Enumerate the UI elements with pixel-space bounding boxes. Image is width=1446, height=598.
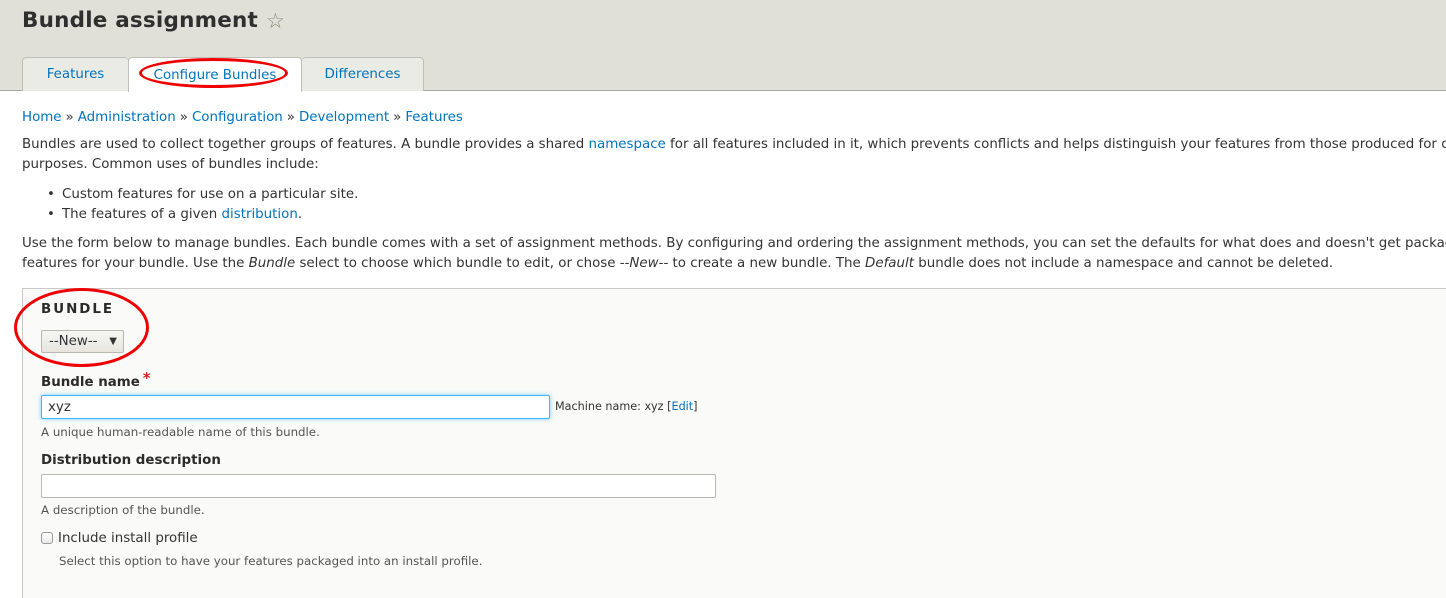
intro-text-part: for all features included in it, which p… (665, 137, 1446, 152)
breadcrumb-separator: » (286, 110, 295, 125)
breadcrumb-features[interactable]: Features (405, 110, 463, 125)
breadcrumb-separator: » (65, 110, 74, 125)
intro-text-part: Bundles are used to collect together gro… (22, 137, 589, 152)
usage-text: Use the form below to manage bundles. Ea… (22, 234, 1446, 274)
page-title-text: Bundle assignment (22, 8, 258, 33)
tab-configure-bundles[interactable]: Configure Bundles (128, 57, 302, 92)
star-shortcut-icon[interactable]: ☆ (266, 9, 285, 33)
bundle-name-description: A unique human-readable name of this bun… (41, 425, 320, 439)
distribution-link[interactable]: distribution (222, 207, 298, 222)
list-item-text: . (297, 207, 303, 222)
required-marker: * (142, 369, 151, 387)
breadcrumb-home[interactable]: Home (22, 110, 62, 125)
namespace-link[interactable]: namespace (589, 137, 666, 152)
dropdown-arrow-icon: ▼ (109, 336, 117, 347)
list-item: Custom features for use on a particular … (47, 185, 359, 205)
intro-text: Bundles are used to collect together gro… (22, 135, 1446, 175)
list-item-text: The features of a given (62, 207, 222, 222)
list-item-text: Custom features for use on a particular … (62, 187, 359, 202)
distribution-description-label: Distribution description (41, 453, 221, 468)
usage-text-part: Use the form below to manage bundles. Ea… (22, 236, 1446, 251)
breadcrumb-administration[interactable]: Administration (78, 110, 176, 125)
usage-emphasis: Default (865, 256, 914, 271)
install-profile-description: Select this option to have your features… (59, 554, 483, 568)
usage-emphasis: Bundle (248, 256, 296, 271)
bundle-fieldset: BUNDLE --New-- ▼ Bundle name* Machine na… (22, 288, 1446, 598)
page-title: Bundle assignment ☆ (22, 8, 285, 33)
usage-emphasis: New (629, 256, 659, 271)
uses-list: Custom features for use on a particular … (47, 185, 359, 225)
machine-name-bracket: ] (693, 400, 698, 413)
bundle-name-label-text: Bundle name (41, 375, 140, 390)
machine-name-edit-link[interactable]: Edit (672, 400, 694, 413)
usage-text-part: -- to create a new bundle. The (658, 256, 866, 271)
include-install-profile-label[interactable]: Include install profile (58, 531, 198, 546)
bundle-select-value: --New-- (49, 334, 98, 349)
primary-tabs: Features Configure Bundles Differences (22, 57, 424, 92)
include-install-profile-checkbox[interactable] (41, 532, 53, 544)
bundle-name-label: Bundle name * (41, 369, 151, 390)
tab-differences[interactable]: Differences (302, 57, 424, 91)
breadcrumb-development[interactable]: Development (299, 110, 389, 125)
breadcrumb-configuration[interactable]: Configuration (192, 110, 283, 125)
distribution-description-help: A description of the bundle. (41, 503, 205, 517)
breadcrumb-separator: » (179, 110, 188, 125)
machine-name-text: Machine name: xyz (555, 400, 668, 413)
distribution-description-input[interactable] (41, 474, 716, 498)
breadcrumb-separator: » (393, 110, 402, 125)
tab-features[interactable]: Features (22, 57, 128, 91)
usage-text-part: features for your bundle. Use the (22, 256, 249, 271)
bundle-legend: BUNDLE (41, 302, 115, 317)
machine-name: Machine name: xyz [Edit] (555, 400, 698, 413)
usage-text-part: bundle does not include a namespace and … (913, 256, 1334, 271)
bundle-name-input[interactable] (41, 395, 550, 419)
bundle-select[interactable]: --New-- ▼ (41, 330, 124, 353)
usage-text-part: select to choose which bundle to edit, o… (295, 256, 630, 271)
list-item: The features of a given distribution. (47, 205, 358, 225)
page-header: Bundle assignment ☆ Features Configure B… (0, 0, 1446, 92)
intro-text-part: purposes. Common uses of bundles include… (22, 157, 319, 172)
breadcrumb: Home» Administration» Configuration» Develo… (22, 110, 463, 125)
